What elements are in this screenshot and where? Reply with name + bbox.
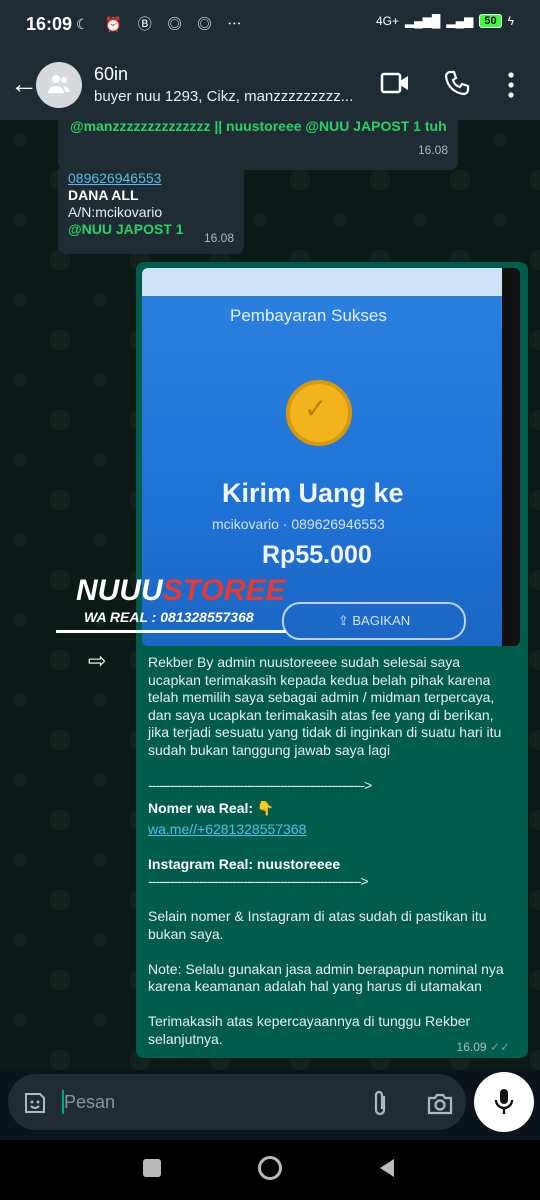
- battery-icon: 50: [479, 14, 502, 28]
- home-icon[interactable]: [258, 1156, 282, 1180]
- message-time: 16.08: [203, 231, 234, 245]
- attach-icon[interactable]: [370, 1090, 390, 1118]
- transfer-amount: Rp55.000: [262, 541, 372, 569]
- transfer-heading: Kirim Uang ke: [222, 478, 404, 508]
- chat-header: ← 60in buyer nuu 1293, Cikz, manzzzzzzzz…: [0, 50, 540, 120]
- message-caption: Rekber By admin nuustoreeee sudah selesa…: [148, 654, 516, 1048]
- message-time: 16.09 ✓✓: [457, 1040, 510, 1054]
- group-avatar[interactable]: [36, 62, 82, 108]
- signal-icon-2: ▂▄▆: [446, 14, 474, 28]
- wa-link[interactable]: wa.me//+6281328557368: [148, 821, 516, 839]
- payment-status-title: Pembayaran Sukses: [230, 306, 387, 325]
- phone-link[interactable]: 089626946553: [68, 170, 234, 187]
- watermark-logo: NUUUSTOREE: [76, 574, 285, 608]
- signal-icon: ▂▄▆█: [404, 14, 441, 28]
- message-bubble[interactable]: @manzzzzzzzzzzzzzz || nuustoreee @NUU JA…: [58, 120, 458, 170]
- share-button: ⇪ BAGIKAN: [282, 602, 466, 640]
- screen-topbar: [142, 268, 502, 296]
- notification-icons: ☾ ⏰ Ⓑ ◎ ◎ ⋯: [76, 16, 248, 32]
- voice-call-icon[interactable]: [444, 70, 470, 96]
- message-line: DANA ALL: [68, 187, 139, 203]
- status-right: 4G+ ▂▄▆█ ▂▄▆ 50 ϟ: [376, 14, 514, 28]
- camera-icon[interactable]: [426, 1092, 454, 1116]
- network-label: 4G+: [375, 14, 399, 28]
- charging-icon: ϟ: [507, 14, 514, 28]
- message-input[interactable]: Pesan: [8, 1074, 466, 1130]
- message-text: @manzzzzzzzzzzzzzz || nuustoreee @NUU JA…: [70, 120, 447, 134]
- divider-text: ----------------------------------------…: [148, 776, 372, 793]
- message-time: 16.08: [417, 143, 448, 157]
- share-icon: ⇪: [337, 613, 353, 628]
- video-call-icon[interactable]: [380, 70, 410, 96]
- chat-area[interactable]: @manzzzzzzzzzzzzzz || nuustoreee @NUU JA…: [0, 120, 540, 1070]
- caption-paragraph: Rekber By admin nuustoreeee sudah selesa…: [148, 654, 502, 758]
- recents-icon[interactable]: [143, 1159, 161, 1177]
- wa-label: Nomer wa Real: 👇: [148, 800, 275, 816]
- microphone-icon: [494, 1089, 514, 1114]
- group-participants[interactable]: buyer nuu 1293, Cikz, manzzzzzzzzz...: [94, 88, 369, 105]
- watermark-underline: [56, 630, 286, 633]
- watermark-phone: WA REAL : 081328557368: [84, 609, 254, 625]
- time-text: 16.09: [456, 1040, 487, 1054]
- read-ticks-icon: ✓✓: [489, 1040, 510, 1054]
- caption-paragraph: Selain nomer & Instagram di atas sudah d…: [148, 908, 487, 942]
- message-line: A/N:mcikovario: [68, 204, 163, 220]
- watermark-part-a: NUUU: [76, 574, 163, 607]
- share-label: BAGIKAN: [352, 613, 411, 628]
- group-icon: [48, 75, 70, 93]
- message-bubble[interactable]: 089626946553 DANA ALL A/N:mcikovario @NU…: [58, 164, 244, 254]
- recipient-info: mcikovario · 089626946553: [212, 516, 385, 532]
- image-edge: [502, 268, 520, 646]
- sticker-icon[interactable]: [22, 1090, 48, 1116]
- system-navigation-bar: [0, 1140, 540, 1200]
- status-bar: 16:09 ☾ ⏰ Ⓑ ◎ ◎ ⋯ 4G+ ▂▄▆█ ▂▄▆ 50 ϟ: [0, 0, 540, 50]
- status-time: 16:09: [26, 14, 73, 34]
- watermark-part-b: STOREE: [162, 574, 286, 607]
- group-name[interactable]: 60in: [94, 64, 128, 85]
- ig-label: Instagram Real: nuustoreeee: [148, 855, 341, 872]
- back-nav-icon[interactable]: [376, 1157, 396, 1179]
- outgoing-image-message[interactable]: Pembayaran Sukses ✓ Kirim Uang ke mcikov…: [56, 262, 528, 1058]
- arrow-left-icon[interactable]: ←: [10, 68, 38, 100]
- divider-text: ----------------------------------------…: [148, 873, 369, 889]
- mic-button[interactable]: [474, 1072, 534, 1132]
- composer-bar: Pesan: [0, 1070, 540, 1140]
- caption-paragraph: Note: Selalu gunakan jasa admin berapapu…: [148, 960, 504, 995]
- more-options-icon[interactable]: [506, 72, 516, 98]
- forward-icon[interactable]: ⇨: [88, 648, 106, 674]
- success-check-icon: ✓: [286, 380, 352, 446]
- input-placeholder: Pesan: [64, 1092, 116, 1112]
